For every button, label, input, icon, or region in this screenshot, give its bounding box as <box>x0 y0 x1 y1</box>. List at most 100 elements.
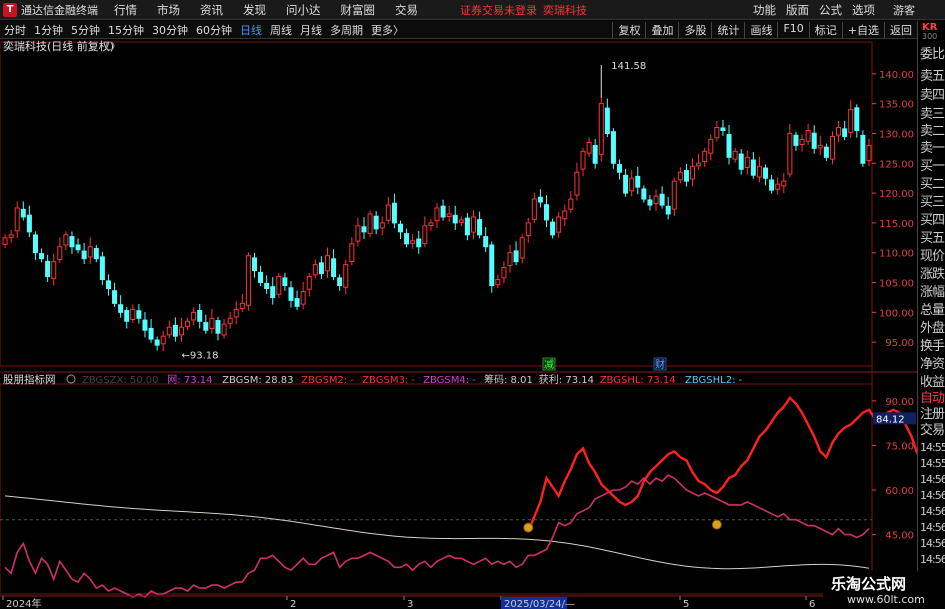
candle-body-down <box>769 179 775 191</box>
kr-badge: KR 300 <box>918 21 945 41</box>
sidebar-item: 外盘 <box>920 321 945 336</box>
price-axis-label: 115.00 <box>879 219 914 230</box>
tool-draw[interactable]: 画线 <box>744 21 777 38</box>
candle-body-down <box>750 159 756 176</box>
menu-item-ask[interactable]: 问小达 <box>286 2 321 18</box>
period-tab-more[interactable]: 更多〉 <box>367 22 408 38</box>
low-price-label: ←93.18 <box>181 351 218 362</box>
period-tab-multi[interactable]: 多周期 <box>326 22 367 38</box>
menu-item-quote[interactable]: 行情 <box>114 2 137 18</box>
legend-entry: ZBGSM2: - <box>301 375 354 386</box>
candle-body-down <box>112 290 118 304</box>
tool-overlay[interactable]: 叠加 <box>645 21 678 38</box>
x-axis-label: 5 <box>683 599 689 609</box>
legend-entry: ZBGSZX: 50.00 <box>82 375 159 386</box>
candle-body-up <box>379 222 385 229</box>
candle-body-down <box>641 188 647 200</box>
candle-body-down <box>720 127 726 131</box>
period-more-label: 更多 <box>371 23 393 37</box>
candle-body-down <box>854 107 860 131</box>
indicator-axis-label: 45.00 <box>885 531 914 542</box>
candle-body-up <box>166 326 172 336</box>
kr-sub-label: 300 <box>922 32 938 41</box>
candle-body-up <box>677 171 683 181</box>
current-stock-name: 奕瑞科技 <box>543 3 587 17</box>
tool-adjust[interactable]: 复权 <box>612 21 645 38</box>
candle-body-up <box>160 335 166 345</box>
candle-body-down <box>683 169 689 182</box>
period-tab-30min[interactable]: 30分钟 <box>148 22 192 38</box>
tool-back[interactable]: 返回 <box>884 21 917 38</box>
menu-item-market[interactable]: 市场 <box>157 2 180 18</box>
candle-body-down <box>136 310 142 319</box>
candle-body-down <box>331 258 337 278</box>
sidebar-item: 现价 <box>920 249 945 264</box>
menu-item-function[interactable]: 功能 <box>753 2 776 18</box>
candle-body-up <box>428 222 434 226</box>
period-tab-intraday[interactable]: 分时 <box>0 22 30 38</box>
period-tab-5min[interactable]: 5分钟 <box>67 22 104 38</box>
period-tab-daily[interactable]: 日线 <box>236 22 266 38</box>
candle-body-down <box>477 219 483 236</box>
price-axis-label: 100.00 <box>879 308 914 319</box>
menu-item-options[interactable]: 选项 <box>852 2 875 18</box>
candle-body-down <box>452 214 458 224</box>
indicator-axis-label: 90.00 <box>885 397 914 408</box>
candle-body-up <box>470 216 477 233</box>
login-status[interactable]: 证券交易未登录 <box>460 2 537 18</box>
price-axis-label: 140.00 <box>879 70 914 81</box>
sidebar-item: 总量 <box>920 303 945 318</box>
period-tab-60min[interactable]: 60分钟 <box>192 22 236 38</box>
sidebar-item: 涨跌 <box>920 267 945 282</box>
period-tab-1min[interactable]: 1分钟 <box>30 22 67 38</box>
tool-add-watchlist[interactable]: +自选 <box>841 21 884 38</box>
guest-user[interactable]: 游客 <box>893 2 915 18</box>
menu-item-news[interactable]: 资讯 <box>200 2 223 18</box>
candle-body-up <box>178 326 184 336</box>
candle-body-down <box>39 253 45 260</box>
candle-body-up <box>410 240 416 244</box>
legend-entry: ZBGSM4: - <box>423 375 476 386</box>
candle-body-up <box>57 246 63 260</box>
candle-body-up <box>501 267 507 279</box>
period-tab-monthly[interactable]: 月线 <box>296 22 326 38</box>
legend-entry: ZBGSHL: 73.14 <box>600 375 676 386</box>
candle-body-down <box>635 175 641 188</box>
candle-body-down <box>251 257 257 272</box>
menu-item-layout[interactable]: 版面 <box>786 2 809 18</box>
tool-multi-stock[interactable]: 多股 <box>678 21 711 38</box>
candle-body-down <box>537 196 543 203</box>
tool-stats[interactable]: 统计 <box>711 21 744 38</box>
period-tab-weekly[interactable]: 周线 <box>266 22 296 38</box>
menu-item-discover[interactable]: 发现 <box>243 2 266 18</box>
candle-body-up <box>2 237 8 245</box>
money-bag-icon <box>523 522 534 533</box>
candle-body-down <box>154 339 160 346</box>
candle-body-down <box>726 134 732 158</box>
app-window: 95.00 100.00 105.00 110.00 115.00 120.00 125.0… <box>0 0 945 609</box>
period-tab-15min[interactable]: 15分钟 <box>104 22 148 38</box>
right-menu: 功能 版面 公式 选项 <box>743 2 875 18</box>
candle-body-up <box>817 144 823 149</box>
tool-f10[interactable]: F10 <box>777 21 808 38</box>
candle-body-down <box>215 320 221 334</box>
watermark-url: www.60lt.com <box>847 593 925 606</box>
candle-body-down <box>592 145 598 164</box>
tool-mark[interactable]: 标记 <box>808 21 842 38</box>
candle-body-up <box>312 264 318 276</box>
candle-body-down <box>440 205 446 218</box>
legend-entry: 获利: 73.14 <box>539 374 594 386</box>
money-bag-icon <box>711 519 722 530</box>
quote-sidebar: KR 300 委比 卖五 卖四 卖三 卖二 卖一 买一 买二 买三 买四 买五 … <box>917 21 945 609</box>
sidebar-item: 买四 <box>920 213 945 228</box>
menu-item-trade[interactable]: 交易 <box>395 2 418 18</box>
candle-body-up <box>531 198 537 220</box>
candle-body-down <box>93 248 99 260</box>
menu-item-wealth[interactable]: 财富圈 <box>341 2 376 18</box>
app-title: 通达信金融终端 <box>21 3 98 17</box>
menu-item-formula[interactable]: 公式 <box>819 2 842 18</box>
chevron-right-icon: 〉 <box>393 23 404 37</box>
candle-body-down <box>270 286 276 298</box>
sidebar-sub-item[interactable]: 交易 <box>920 419 945 438</box>
candle-body-up <box>702 150 708 162</box>
